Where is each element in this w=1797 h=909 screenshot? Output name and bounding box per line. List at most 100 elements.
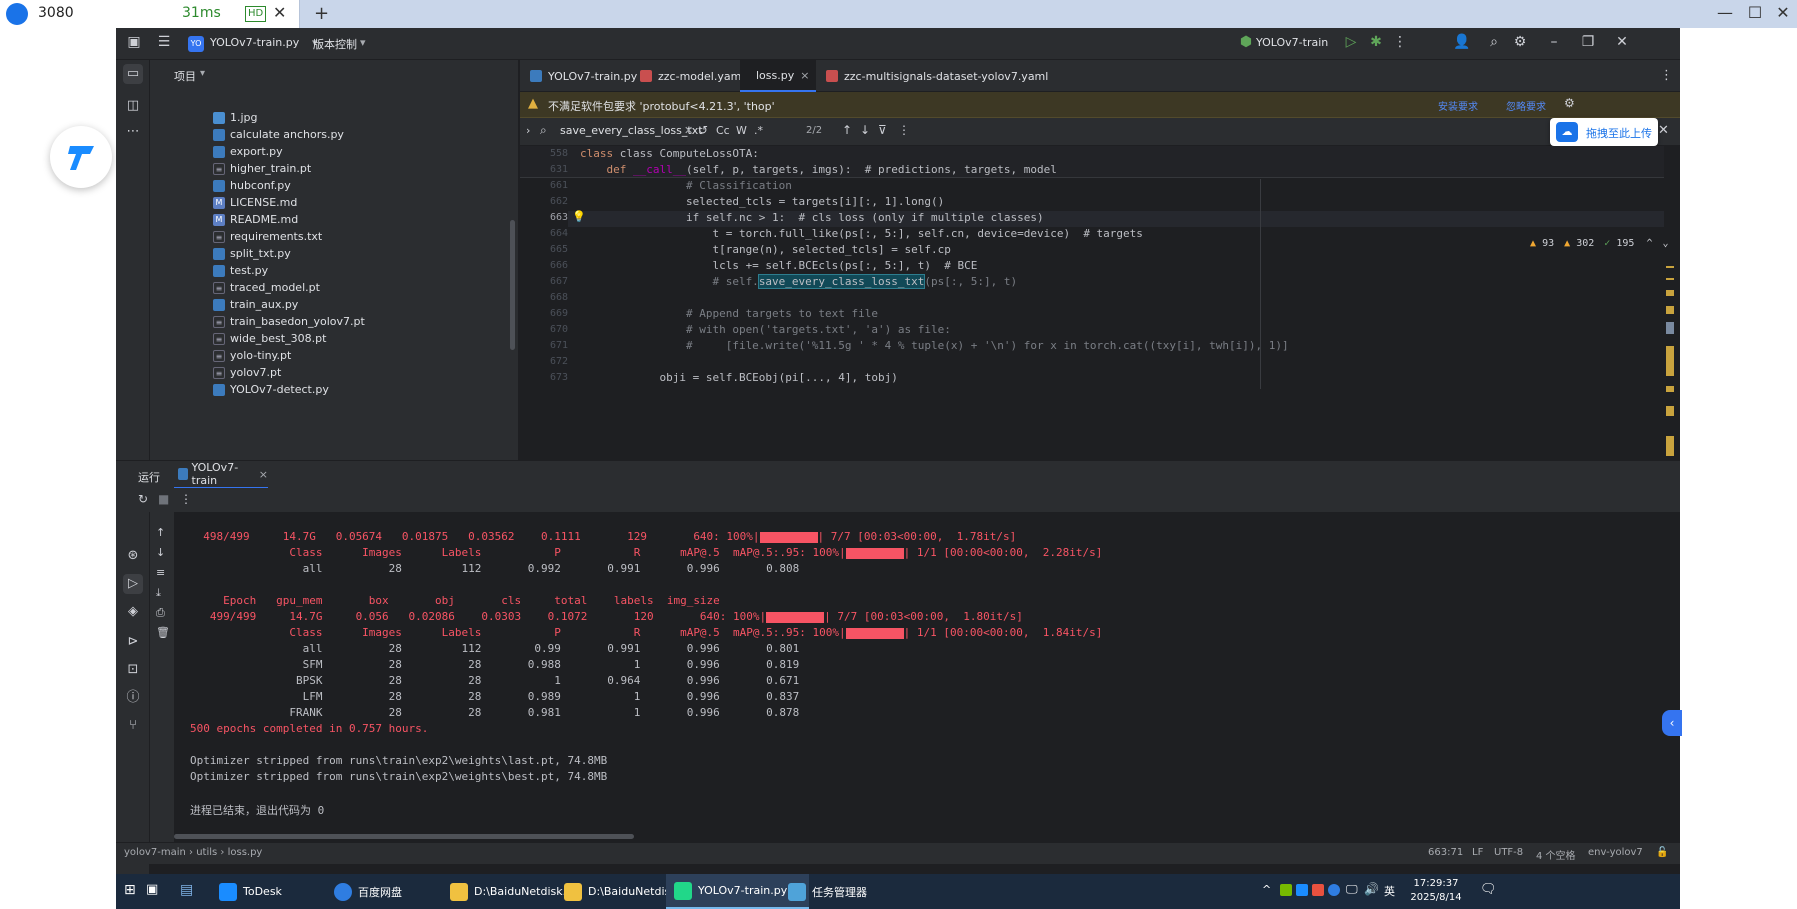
stop-icon[interactable]: ■ <box>158 492 169 506</box>
minimize-button[interactable]: — <box>1710 3 1740 22</box>
python-interpreter[interactable]: env-yolov7 <box>1588 847 1643 858</box>
file-name: yolov7.pt <box>230 366 282 379</box>
more-tools-icon[interactable]: ⋯ <box>123 122 143 142</box>
close-find-icon[interactable]: ✕ <box>1658 123 1669 138</box>
ide-minimize-icon[interactable]: – <box>1544 34 1564 50</box>
layers-icon[interactable]: ◈ <box>123 602 143 622</box>
code-editor[interactable]: 558 class class ComputeLossOTA: 631 def … <box>520 146 1680 488</box>
search-icon[interactable]: ⌕ <box>1484 34 1504 50</box>
app-tray-icon[interactable] <box>1312 884 1324 896</box>
chevron-up-icon[interactable]: ^ <box>1646 238 1652 249</box>
run-tab-yolov7-train[interactable]: YOLOv7-train × <box>174 461 268 489</box>
match-case-toggle[interactable]: Cc <box>716 124 730 137</box>
explorer-icon[interactable]: ▤ <box>180 882 193 898</box>
tab-zzc-model-yaml[interactable]: zzc-model.yaml <box>630 60 754 92</box>
expand-sidebar-icon[interactable]: ‹ <box>1662 710 1682 736</box>
ide-restore-icon[interactable]: ❐ <box>1578 34 1598 50</box>
vcs-menu[interactable]: 版本控制 <box>313 36 357 52</box>
more-options-icon[interactable]: ⋮ <box>898 123 910 137</box>
project-tool-icon[interactable]: ▭ <box>123 64 143 84</box>
exit-button[interactable]: ✕ <box>1768 3 1797 22</box>
tree-scrollbar[interactable] <box>510 220 515 350</box>
more-icon[interactable]: ⋮ <box>1390 34 1410 50</box>
breadcrumb-project[interactable]: yolov7-main <box>124 847 186 858</box>
notification-icon[interactable]: 🗨 <box>1480 882 1497 897</box>
close-tab-icon[interactable]: × <box>800 69 809 82</box>
git-icon[interactable]: ⑂ <box>123 716 143 736</box>
clear-search-icon[interactable]: ✕ <box>684 124 693 137</box>
tabs-more-icon[interactable]: ⋮ <box>1660 68 1673 83</box>
arrow-up-icon[interactable]: ↑ <box>842 123 852 137</box>
settings-gear-icon[interactable]: ⚙ <box>1510 34 1530 50</box>
tab-loss-py[interactable]: loss.py × <box>740 60 816 92</box>
tab-yolov7-train[interactable]: YOLOv7-train.py <box>520 60 647 92</box>
inspection-widget[interactable]: ▲ 93 ▲ 302 ✓ 195 ^ ⌄ <box>1530 238 1669 249</box>
arrow-down-icon[interactable]: ↓ <box>860 123 870 137</box>
debug-icon[interactable]: ✱ <box>1366 34 1386 50</box>
taskbar-task-manager[interactable]: 任务管理器 <box>780 874 875 909</box>
scroll-to-end-icon[interactable]: ⤓ <box>156 586 161 600</box>
tab-dataset-yaml[interactable]: zzc-multisignals-dataset-yolov7.yaml <box>816 60 1058 92</box>
todesk-tray-icon[interactable] <box>1296 884 1308 896</box>
gear-icon[interactable]: ⚙ <box>1564 96 1575 110</box>
line-separator[interactable]: LF <box>1472 847 1483 858</box>
arrow-down-icon[interactable]: ↓ <box>156 546 165 559</box>
history-icon[interactable]: ↺ <box>698 123 708 137</box>
run-tool-icon[interactable]: ▷ <box>123 574 143 594</box>
more-icon[interactable]: ⋮ <box>180 492 192 506</box>
whole-word-toggle[interactable]: W <box>736 124 747 137</box>
lock-icon[interactable]: 🔓 <box>1656 847 1668 858</box>
project-panel-title[interactable]: 项目 <box>174 68 196 84</box>
hd-badge[interactable]: HD <box>245 6 267 22</box>
run-config-selector[interactable]: YOLOv7-train <box>1256 36 1328 49</box>
app-logo-icon[interactable]: ▣ <box>124 34 144 50</box>
remote-session-tab[interactable]: 3080 31ms HD ✕ <box>0 0 300 28</box>
drag-upload-button[interactable]: ☁ 拖拽至此上传 <box>1550 118 1658 146</box>
todesk-floating-button[interactable] <box>50 126 112 188</box>
volume-icon[interactable]: 🔊 <box>1364 882 1379 896</box>
ime-indicator[interactable]: 英 <box>1384 883 1395 899</box>
close-run-tab-icon[interactable]: × <box>259 468 268 481</box>
main-menu-icon[interactable]: ☰ <box>154 34 174 50</box>
arrow-up-icon[interactable]: ↑ <box>156 526 165 539</box>
nvidia-icon[interactable] <box>1280 884 1292 896</box>
tray-clock[interactable]: 17:29:37 2025/8/14 <box>1406 877 1466 905</box>
trash-icon[interactable]: 🗑 <box>156 626 170 639</box>
ignore-requirements-link[interactable]: 忽略要求 <box>1506 98 1546 113</box>
terminal-icon[interactable]: ⊡ <box>123 660 143 680</box>
run-icon[interactable]: ▷ <box>1341 34 1361 50</box>
rerun-icon[interactable]: ↻ <box>138 492 148 506</box>
regex-toggle[interactable]: .* <box>754 124 763 137</box>
structure-tool-icon[interactable]: ◫ <box>123 96 143 116</box>
chevron-down-icon[interactable]: ⌄ <box>1663 238 1669 249</box>
cursor-position[interactable]: 663:71 <box>1428 847 1463 858</box>
windows-start-icon[interactable]: ⊞ <box>124 882 136 898</box>
breadcrumb-file[interactable]: loss.py <box>228 847 263 858</box>
expand-replace-icon[interactable]: › <box>526 124 530 137</box>
breadcrumb-folder[interactable]: utils <box>196 847 217 858</box>
console-h-scrollbar[interactable] <box>174 834 634 839</box>
close-tab-icon[interactable]: ✕ <box>273 3 286 22</box>
file-encoding[interactable]: UTF-8 <box>1494 847 1523 858</box>
network-icon[interactable]: 🖵 <box>1346 882 1358 897</box>
install-requirements-link[interactable]: 安装要求 <box>1438 98 1478 113</box>
add-user-icon[interactable]: 👤 <box>1452 34 1472 50</box>
run-console[interactable]: 498/499 14.7G 0.05674 0.01875 0.03562 0.… <box>174 512 1680 842</box>
taskbar-todesk[interactable]: ToDesk <box>211 874 290 909</box>
soft-wrap-icon[interactable]: ≡ <box>156 566 165 579</box>
problems-icon[interactable]: ⓘ <box>123 688 143 708</box>
python-packages-icon[interactable]: ⊛ <box>123 546 143 566</box>
new-tab-button[interactable]: + <box>314 3 329 24</box>
ide-close-icon[interactable]: ✕ <box>1612 34 1632 50</box>
services-icon[interactable]: ⊳ <box>123 632 143 652</box>
tray-chevron-icon[interactable]: ^ <box>1262 883 1271 896</box>
indent-setting[interactable]: 4 个空格 <box>1536 847 1576 862</box>
baidu-tray-icon[interactable] <box>1328 884 1340 896</box>
task-view-icon[interactable]: ▣ <box>146 882 158 897</box>
taskbar-baidu-netdisk[interactable]: 百度网盘 <box>326 874 410 909</box>
file-tree-item[interactable]: YOLOv7-detect.py <box>213 380 329 399</box>
project-switcher[interactable]: YOLOv7-train.py <box>210 36 299 49</box>
filter-icon[interactable]: ⊽ <box>878 123 887 137</box>
print-icon[interactable]: ⎙ <box>156 606 165 620</box>
maximize-button[interactable]: ☐ <box>1740 3 1770 22</box>
